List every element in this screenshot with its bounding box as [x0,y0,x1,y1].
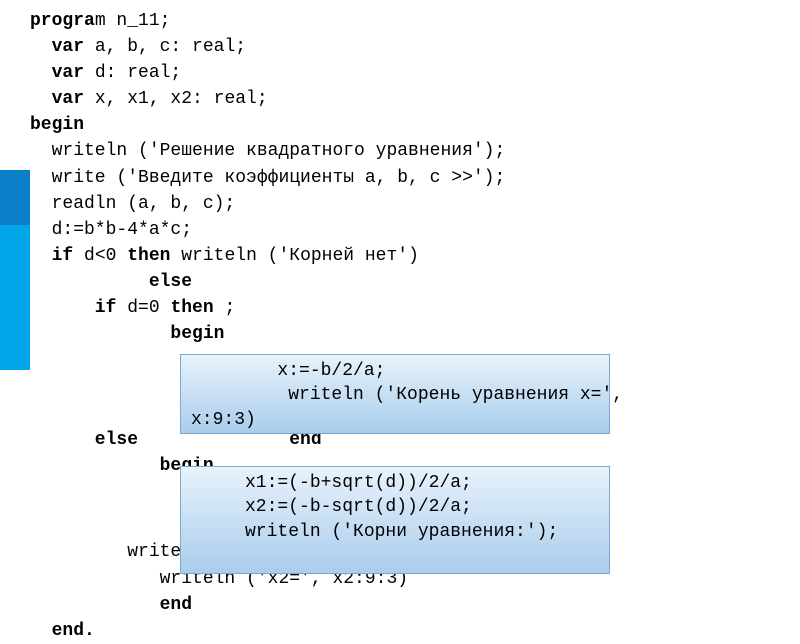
kw-begin: begin [30,112,800,138]
kw-var: var [30,63,84,83]
code-line: write ('Введите коэффициенты a, b, c >>'… [30,165,800,191]
code-text: d<0 [73,246,127,266]
box1-line: x:9:3) [191,408,599,432]
box1-line: writeln ('Корень уравнения x=', [191,383,599,407]
code-text: ; [214,298,236,318]
code-line: writeln ('Решение квадратного уравнения'… [30,138,800,164]
kw-var: var [30,37,84,57]
code-text: a, b, c: real; [84,37,246,57]
kw-else: else [30,430,138,450]
code-line: d:=b*b-4*a*c; [30,217,800,243]
highlight-box-1: x:=-b/2/a; writeln ('Корень уравнения x=… [180,354,610,434]
kw-program: progra [30,11,95,31]
kw-if: if [30,246,73,266]
kw-then: then [170,298,213,318]
box2-line: x1:=(-b+sqrt(d))/2/a; [191,471,599,495]
code-line: readln (a, b, c); [30,191,800,217]
kw-then: then [127,246,170,266]
code-text: d: real; [84,63,181,83]
kw-else: else [30,269,800,295]
highlight-box-2: x1:=(-b+sqrt(d))/2/a; x2:=(-b-sqrt(d))/2… [180,466,610,574]
box2-line: writeln ('Корни уравнения:'); [191,520,599,544]
kw-begin: begin [30,321,800,347]
code-text: m n_11; [95,11,171,31]
kw-var: var [30,89,84,109]
code-text: d=0 [116,298,170,318]
kw-end: end [30,592,800,618]
box2-line: x2:=(-b-sqrt(d))/2/a; [191,495,599,519]
kw-end-dot: end. [30,618,800,644]
code-text: writeln ('Корней нет') [170,246,418,266]
decorative-bar-bottom [0,225,30,370]
decorative-bar-top [0,170,30,225]
code-text: x, x1, x2: real; [84,89,268,109]
kw-if: if [30,298,116,318]
box1-line: x:=-b/2/a; [191,359,599,383]
